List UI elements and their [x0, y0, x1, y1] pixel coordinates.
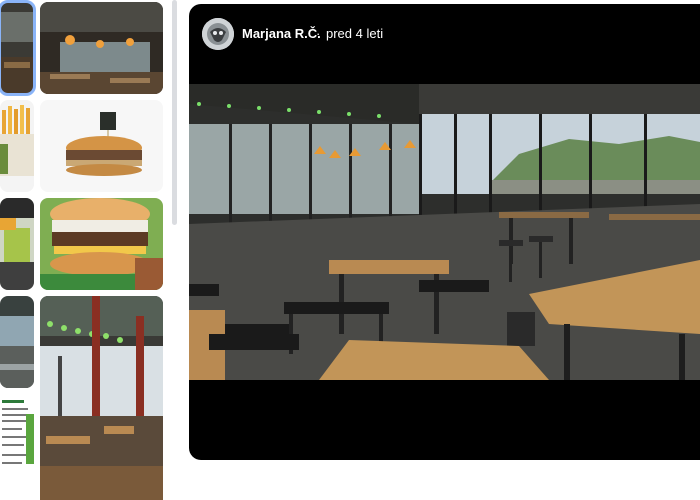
thumbnail-burger-closeup[interactable]: [40, 198, 163, 290]
author-avatar[interactable]: [202, 18, 234, 50]
thumbnail-restaurant-interior[interactable]: [40, 2, 163, 94]
thumbnail-fries[interactable]: [0, 100, 34, 192]
thumbnail-restaurant-lights[interactable]: [40, 296, 163, 500]
thumbnail-burger[interactable]: [40, 100, 163, 192]
main-photo[interactable]: [189, 84, 700, 380]
thumbnail-menu[interactable]: [0, 394, 34, 486]
post-time: pred 4 leti: [326, 26, 384, 41]
author-name[interactable]: Marjana R.Č.: [242, 26, 321, 41]
thumbnail-menu-card[interactable]: [0, 198, 34, 290]
photo-header: Marjana R.Č. · pred 4 leti: [189, 4, 700, 64]
photo-viewer: Marjana R.Č. · pred 4 leti: [189, 4, 700, 460]
gallery-scrollbar[interactable]: [172, 0, 177, 225]
photo-gallery: [0, 0, 172, 500]
thumbnail-restaurant-interior-selected[interactable]: [0, 0, 36, 96]
thumbnail-terrace[interactable]: [0, 296, 34, 388]
separator-dot: ·: [316, 26, 321, 41]
